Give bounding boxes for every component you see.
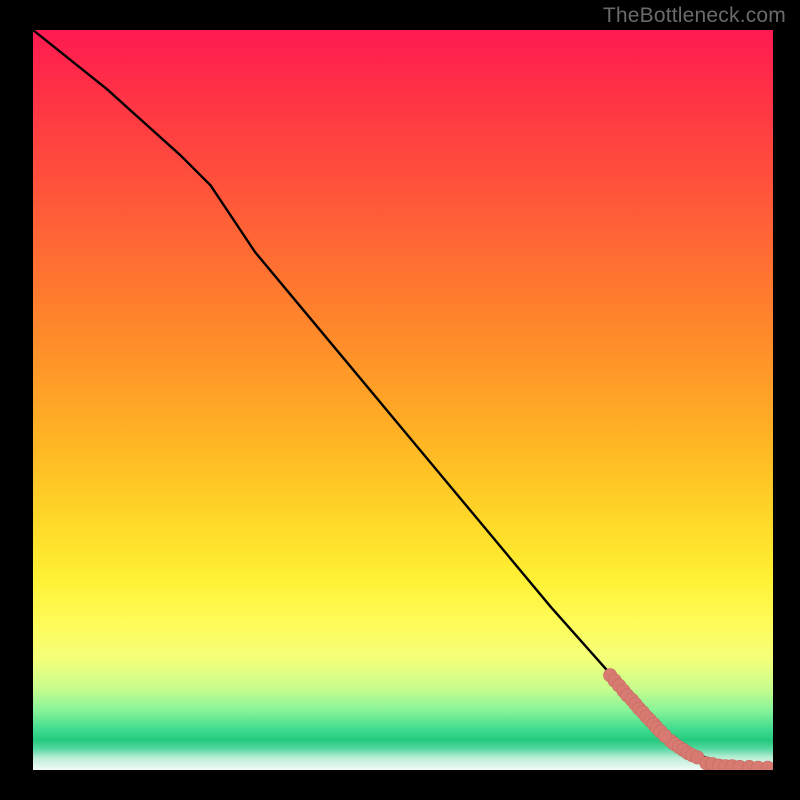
chart-overlay <box>33 30 773 770</box>
bottleneck-curve <box>33 30 773 768</box>
data-markers <box>604 669 774 770</box>
plot-area <box>33 30 773 770</box>
watermark-text: TheBottleneck.com <box>603 4 786 28</box>
data-point <box>658 729 671 742</box>
chart-frame: TheBottleneck.com <box>0 0 800 800</box>
data-point <box>761 761 773 770</box>
